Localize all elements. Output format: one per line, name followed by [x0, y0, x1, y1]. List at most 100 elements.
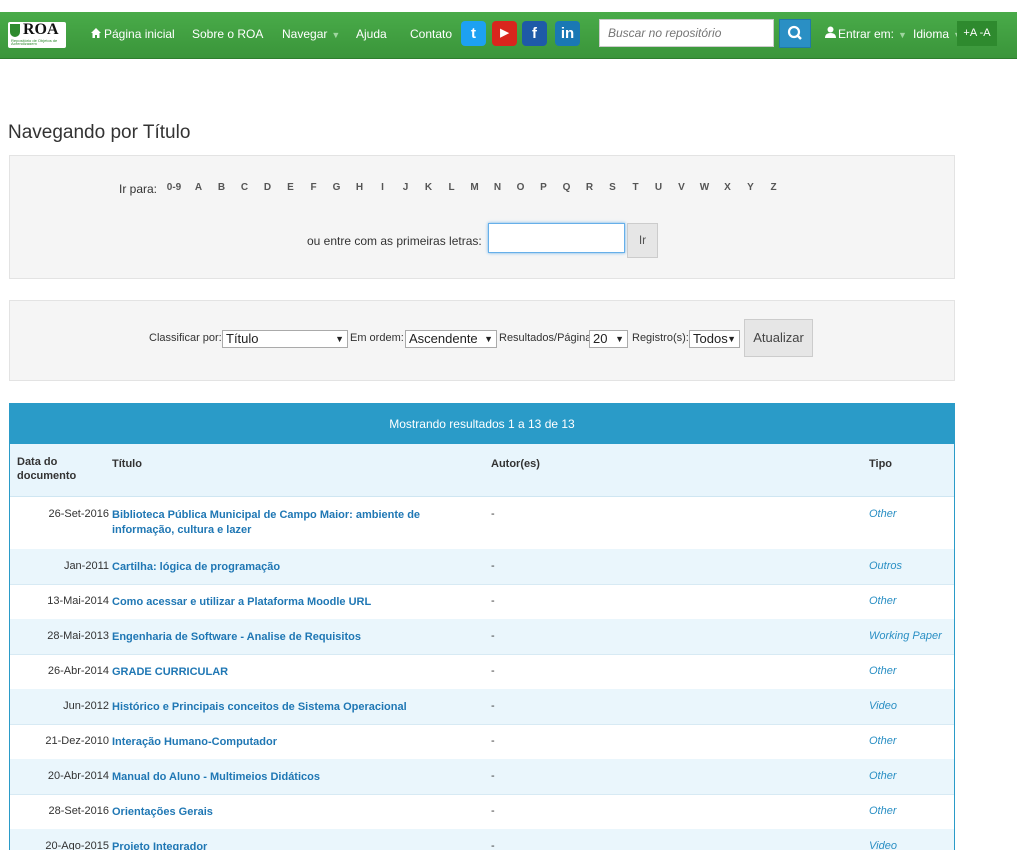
go-button[interactable]: Ir	[627, 223, 658, 258]
cell-author: -	[491, 700, 495, 712]
letter-link[interactable]: Q	[555, 182, 578, 193]
nav-login[interactable]: Entrar em: ▼	[838, 27, 907, 41]
starts-with-input[interactable]	[488, 223, 625, 253]
logo-name: ROA	[23, 21, 59, 38]
letter-link[interactable]: K	[417, 182, 440, 193]
nav-language[interactable]: Idioma▼	[913, 27, 962, 41]
letter-link[interactable]: D	[256, 182, 279, 193]
jump-label: Ir para:	[119, 182, 158, 196]
item-type-link[interactable]: Other	[869, 805, 897, 817]
item-type-link[interactable]: Other	[869, 665, 897, 677]
letter-link[interactable]: T	[624, 182, 647, 193]
letter-link[interactable]: U	[647, 182, 670, 193]
item-type-link[interactable]: Video	[869, 840, 897, 850]
font-size-control[interactable]: +A -A	[957, 21, 997, 46]
letter-link[interactable]: S	[601, 182, 624, 193]
records-label: Registro(s):	[632, 332, 689, 344]
letter-link[interactable]: P	[532, 182, 555, 193]
item-type-link[interactable]: Other	[869, 595, 897, 607]
letter-link[interactable]: I	[371, 182, 394, 193]
records-select[interactable]: Todos ▼	[689, 330, 740, 348]
letter-link[interactable]: G	[325, 182, 348, 193]
item-title-link[interactable]: Orientações Gerais	[112, 805, 472, 820]
youtube-icon[interactable]: ▶	[492, 21, 517, 46]
page-title: Navegando por Título	[8, 122, 191, 143]
item-type-link[interactable]: Other	[869, 508, 897, 520]
table-row: 20-Abr-2014 Manual do Aluno - Multimeios …	[10, 759, 954, 795]
twitter-glyph: t	[471, 25, 476, 42]
order-select[interactable]: Ascendente ▼	[405, 330, 497, 348]
item-type-link[interactable]: Other	[869, 770, 897, 782]
nav-help[interactable]: Ajuda	[356, 27, 387, 41]
item-type-link[interactable]: Other	[869, 735, 897, 747]
letter-link[interactable]: H	[348, 182, 371, 193]
roa-logo[interactable]: ROA Repositório de Objetos de Aprendizag…	[8, 21, 66, 48]
item-title-link[interactable]: Engenharia de Software - Analise de Requ…	[112, 630, 472, 645]
item-title-link[interactable]: Como acessar e utilizar a Plataforma Moo…	[112, 595, 472, 610]
nav-about[interactable]: Sobre o ROA	[192, 27, 263, 41]
item-title-link[interactable]: Biblioteca Pública Municipal de Campo Ma…	[112, 508, 472, 538]
table-row: 20-Ago-2015 Projeto Integrador - Video	[10, 829, 954, 850]
letter-link[interactable]: W	[693, 182, 716, 193]
column-header-date[interactable]: Data do documento	[17, 455, 77, 483]
letter-link[interactable]: O	[509, 182, 532, 193]
cell-date: Jan-2011	[63, 560, 109, 572]
letter-link[interactable]: J	[394, 182, 417, 193]
letter-link[interactable]: M	[463, 182, 486, 193]
letter-link[interactable]: N	[486, 182, 509, 193]
letter-link[interactable]: E	[279, 182, 302, 193]
cell-date: 26-Set-2016	[48, 508, 109, 520]
nav-browse-label: Navegar	[282, 27, 328, 41]
cell-author: -	[491, 560, 495, 572]
letter-link[interactable]: Y	[739, 182, 762, 193]
item-title-link[interactable]: Histórico e Principais conceitos de Sist…	[112, 700, 472, 715]
letter-link[interactable]: Z	[762, 182, 785, 193]
letter-link[interactable]: C	[233, 182, 256, 193]
logo-shield-icon	[10, 24, 20, 37]
item-title-link[interactable]: Manual do Aluno - Multimeios Didáticos	[112, 770, 472, 785]
letter-link[interactable]: X	[716, 182, 739, 193]
facebook-icon[interactable]: f	[522, 21, 547, 46]
item-type-link[interactable]: Outros	[869, 560, 902, 572]
column-header-title[interactable]: Título	[112, 457, 142, 471]
letter-link[interactable]: R	[578, 182, 601, 193]
twitter-icon[interactable]: t	[461, 21, 486, 46]
sort-by-select[interactable]: Título ▼	[222, 330, 348, 348]
column-header-type[interactable]: Tipo	[869, 457, 892, 471]
search-input[interactable]	[599, 19, 774, 47]
table-row: Jun-2012 Histórico e Principais conceitos…	[10, 689, 954, 725]
table-row: Jan-2011 Cartilha: lógica de programação -…	[10, 549, 954, 585]
nav-contact[interactable]: Contato	[410, 27, 452, 41]
column-header-authors[interactable]: Autor(es)	[491, 457, 540, 471]
letter-link[interactable]: L	[440, 182, 463, 193]
nav-home[interactable]: Página inicial	[104, 27, 175, 41]
top-navbar: ROA Repositório de Objetos de Aprendizag…	[0, 0, 1017, 59]
cell-author: -	[491, 630, 495, 642]
search-button[interactable]	[779, 19, 811, 48]
letter-link[interactable]: A	[187, 182, 210, 193]
table-row: 28-Set-2016 Orientações Gerais - Other	[10, 794, 954, 830]
cell-author: -	[491, 595, 495, 607]
letter-link[interactable]: 0-9	[161, 182, 187, 193]
chevron-down-icon: ▼	[898, 30, 907, 40]
item-type-link[interactable]: Working Paper	[869, 630, 942, 642]
per-page-select[interactable]: 20 ▼	[589, 330, 628, 348]
linkedin-icon[interactable]: in	[555, 21, 580, 46]
letter-link[interactable]: V	[670, 182, 693, 193]
order-value: Ascendente	[409, 331, 478, 346]
dropdown-arrow-icon: ▼	[484, 334, 493, 344]
table-header: Data do documento Título Autor(es) Tipo	[10, 444, 954, 497]
item-title-link[interactable]: GRADE CURRICULAR	[112, 665, 472, 680]
item-title-link[interactable]: Projeto Integrador	[112, 840, 472, 850]
letter-link[interactable]: B	[210, 182, 233, 193]
per-page-value: 20	[593, 331, 608, 346]
letter-list: 0-9 A B C D E F G H I J K L M N O P Q R S T U V W X Y Z	[161, 182, 785, 193]
item-type-link[interactable]: Video	[869, 700, 897, 712]
nav-browse[interactable]: Navegar ▼	[282, 27, 340, 41]
letter-link[interactable]: F	[302, 182, 325, 193]
sort-by-value: Título	[226, 331, 259, 346]
cell-date: 26-Abr-2014	[47, 665, 109, 677]
update-button[interactable]: Atualizar	[744, 319, 813, 357]
item-title-link[interactable]: Cartilha: lógica de programação	[112, 560, 472, 575]
item-title-link[interactable]: Interação Humano-Computador	[112, 735, 472, 750]
